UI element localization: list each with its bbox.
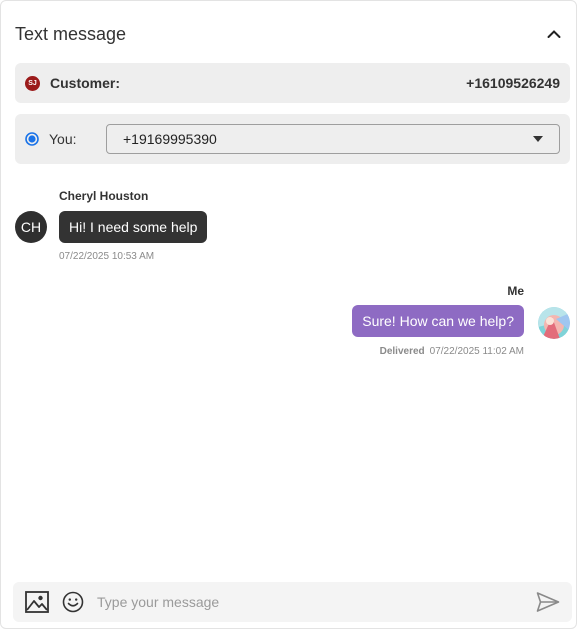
image-icon [25,591,49,613]
customer-label: Customer: [50,75,121,91]
outgoing-sender-name: Me [507,284,524,298]
customer-avatar: SJ [25,75,40,91]
text-message-panel: Text message SJ Customer: +16109526249 Y… [0,0,577,629]
attach-image-button[interactable] [25,590,49,614]
radio-icon[interactable] [25,132,39,146]
incoming-message-bubble: Hi! I need some help [59,211,208,243]
emoji-icon [62,591,84,613]
panel-header: Text message [15,21,565,47]
message-input[interactable] [97,587,528,617]
customer-phone: +16109526249 [466,75,560,91]
message-composer [13,582,572,622]
incoming-sender-name: Cheryl Houston [59,189,149,203]
delivery-status: Delivered [379,346,425,357]
chevron-up-icon [547,30,561,38]
you-row: You: +19169995390 [15,114,570,164]
user-avatar [538,307,570,339]
emoji-button[interactable] [61,590,85,614]
sender-phone-value: +19169995390 [123,131,217,147]
outgoing-meta: Delivered 07/22/2025 11:02 AM [380,346,524,357]
caret-down-icon [533,136,543,142]
send-button[interactable] [536,590,560,614]
customer-row: SJ Customer: +16109526249 [15,63,570,103]
incoming-timestamp: 07/22/2025 10:53 AM [59,251,155,262]
sender-phone-select[interactable]: +19169995390 [106,124,560,154]
outgoing-timestamp: 07/22/2025 11:02 AM [429,346,524,357]
contact-avatar: CH [15,211,47,243]
panel-title: Text message [15,23,127,44]
collapse-button[interactable] [543,23,565,45]
send-icon [536,592,560,612]
outgoing-message-bubble: Sure! How can we help? [352,305,524,337]
